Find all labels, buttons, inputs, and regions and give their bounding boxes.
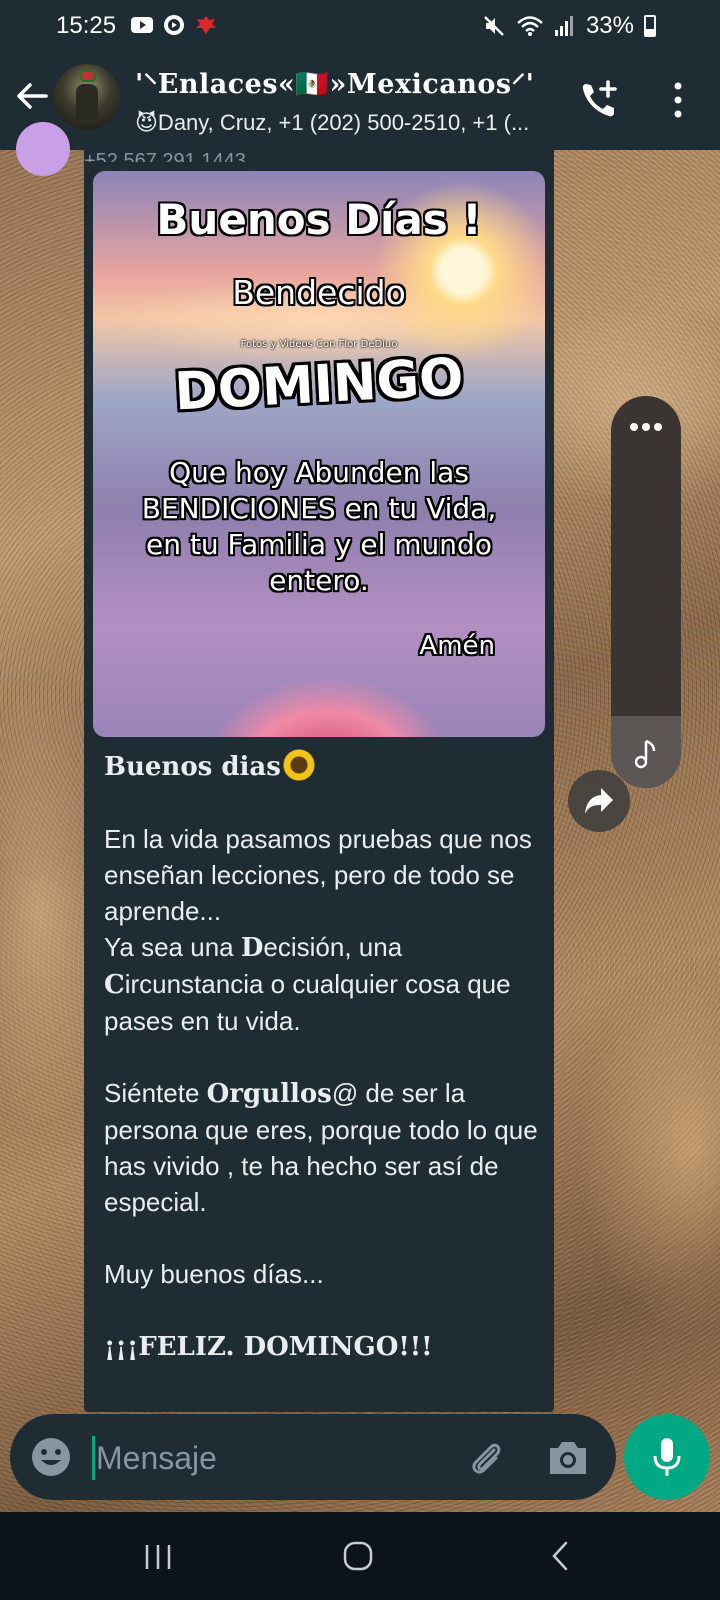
more-vert-icon[interactable] xyxy=(666,80,690,120)
add-call-icon[interactable] xyxy=(578,78,622,122)
message-input[interactable] xyxy=(96,1436,436,1480)
signal-icon xyxy=(554,16,573,36)
status-time: 15:25 xyxy=(56,12,117,39)
image-amen: Amén xyxy=(419,631,495,661)
battery-percent: 33% xyxy=(585,12,634,39)
paragraph-1: En la vida pasamos pruebas que nos enseñ… xyxy=(104,824,532,926)
music-note-icon[interactable] xyxy=(632,738,660,770)
more-horiz-icon[interactable] xyxy=(629,422,663,432)
message-text: Buenos dias En la vida pasamos pruebas q… xyxy=(104,748,544,1365)
attach-icon[interactable] xyxy=(464,1436,508,1480)
paragraph-2: Siéntete Orgullos@ de ser la persona que… xyxy=(104,1078,538,1217)
record-icon xyxy=(164,15,184,35)
mic-icon xyxy=(653,1438,681,1476)
paragraph-1c: Circunstancia o cualquier cosa que pases… xyxy=(104,969,511,1036)
message-image[interactable]: Buenos Días ! Bendecido Fotos y Videos C… xyxy=(93,171,545,737)
wifi-icon xyxy=(517,16,543,36)
back-arrow-icon[interactable] xyxy=(12,76,52,116)
chat-header: '⸌Enlaces«🇲🇽»Mexicanos⸍' 😈Dany, Cruz, +1… xyxy=(0,52,720,150)
youtube-icon xyxy=(131,17,153,33)
back-icon[interactable] xyxy=(548,1540,572,1572)
group-title-text: '⸌Enlaces«🇲🇽»Mexicanos⸍' xyxy=(135,69,535,100)
game-icon xyxy=(196,16,216,34)
sender-strip: +52 567 291 1443 xyxy=(84,150,246,162)
sender-avatar[interactable] xyxy=(16,122,70,176)
paragraph-4: ¡¡¡FELIZ. DOMINGO!!! xyxy=(104,1332,433,1362)
mic-button[interactable] xyxy=(624,1414,710,1500)
group-title[interactable]: '⸌Enlaces«🇲🇽»Mexicanos⸍' xyxy=(135,64,534,101)
text-cursor xyxy=(92,1436,95,1480)
image-blessing: Que hoy Abunden las BENDICIONES en tu Vi… xyxy=(141,456,497,597)
home-icon[interactable] xyxy=(342,1540,374,1572)
group-avatar[interactable] xyxy=(54,64,120,130)
mute-icon xyxy=(484,16,504,36)
sunflower-icon xyxy=(282,749,315,781)
emoji-icon[interactable] xyxy=(30,1436,72,1478)
image-title: Buenos Días ! xyxy=(156,195,482,244)
image-subtitle: Bendecido xyxy=(232,273,406,312)
group-members[interactable]: 😈Dany, Cruz, +1 (202) 500-2510, +1 (... xyxy=(135,110,529,136)
greeting-text: Buenos dias xyxy=(104,752,281,782)
paragraph-3: Muy buenos días... xyxy=(104,1259,324,1289)
battery-icon xyxy=(644,15,656,37)
status-bar: 15:25 33% xyxy=(0,0,720,52)
forward-button[interactable] xyxy=(568,770,630,832)
paragraph-1b: Ya sea una Decisión, una xyxy=(104,932,403,963)
camera-icon[interactable] xyxy=(546,1438,590,1478)
image-day: DOMINGO xyxy=(173,347,465,423)
recents-icon[interactable] xyxy=(142,1542,174,1572)
forward-icon xyxy=(585,788,613,814)
system-nav-bar xyxy=(0,1512,720,1600)
